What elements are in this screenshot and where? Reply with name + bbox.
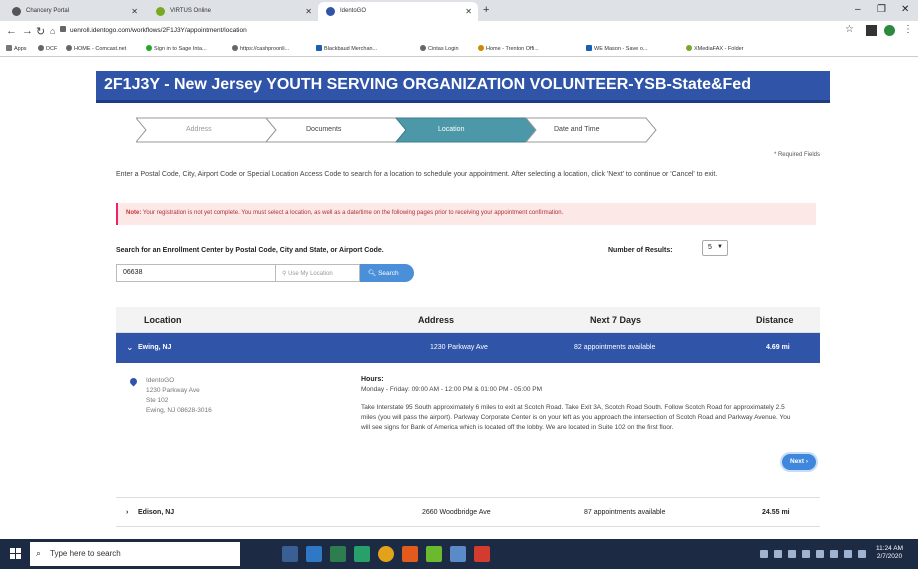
address-bar: ← → ↻ ⌂ uenroll.identogo.com/workflows/2… [0, 21, 918, 41]
app-icon[interactable] [450, 546, 466, 562]
maximize-button[interactable]: ❐ [877, 4, 886, 15]
bookmark-wemason[interactable]: WE Mason - Save o... [586, 45, 648, 52]
lock-icon [60, 26, 66, 32]
firefox-icon[interactable] [402, 546, 418, 562]
window-close-button[interactable]: ✕ [901, 4, 909, 15]
close-icon[interactable]: ✕ [465, 7, 472, 16]
table-row[interactable]: › Edison, NJ 2660 Woodbridge Ave 87 appo… [116, 497, 820, 527]
identogo-icon [326, 7, 335, 16]
virtus-icon [156, 7, 165, 16]
bookmark-comcast[interactable]: HOME - Comcast.net [66, 45, 126, 52]
directions-text: Take Interstate 95 South approximately 6… [361, 404, 791, 431]
step-location-shape[interactable] [394, 117, 537, 143]
profile-icon[interactable] [884, 25, 895, 36]
col-location: Location [144, 315, 182, 325]
bookmark-apps[interactable]: Apps [6, 45, 27, 52]
hours-label: Hours: [361, 376, 384, 383]
excel-icon[interactable] [330, 546, 346, 562]
home-icon[interactable]: ⌂ [50, 26, 55, 36]
close-icon[interactable]: ✕ [305, 7, 312, 16]
location-pin-icon [128, 376, 139, 387]
notification-icon[interactable] [858, 550, 866, 558]
search-button[interactable]: 🔍︎ Search [360, 264, 414, 282]
bookmark-blackbaud[interactable]: Blackbaud Merchan... [316, 45, 377, 52]
chrome-icon[interactable] [378, 546, 394, 562]
chevron-down-icon: ▼ [717, 244, 723, 250]
results-count-label: Number of Results: [608, 247, 673, 254]
globe-icon [12, 7, 21, 16]
instructions: Enter a Postal Code, City, Airport Code … [116, 171, 718, 178]
file-explorer-icon[interactable] [282, 546, 298, 562]
results-count-select[interactable]: 5 ▼ [702, 240, 728, 256]
tab-virtus[interactable]: VIRTUS Online ✕ [148, 2, 318, 21]
tab-strip: Chancery Portal ✕ VIRTUS Online ✕ Idento… [0, 0, 918, 21]
bookmark-trenton[interactable]: Home - Trenton Offi... [478, 45, 539, 52]
star-icon[interactable]: ☆ [845, 24, 856, 35]
taskbar-search[interactable]: ⌕ Type here to search [30, 542, 240, 566]
location-detail: IdentoGO 1230 Parkway Ave Ste 102 Ewing,… [116, 363, 820, 487]
back-icon[interactable]: ← [6, 25, 17, 37]
extension-icon[interactable] [866, 25, 877, 36]
tab-identogo[interactable]: IdentoGO ✕ [318, 2, 478, 21]
page-title: 2F1J3Y - New Jersey YOUTH SERVING ORGANI… [104, 76, 751, 93]
close-icon[interactable]: ✕ [131, 7, 138, 16]
use-my-location-button[interactable]: ⚲ Use My Location [276, 264, 360, 282]
acrobat-icon[interactable] [474, 546, 490, 562]
bookmark-dcf[interactable]: DCF [38, 45, 57, 52]
bookmark-xmediafax[interactable]: XMediaFAX - Folder [686, 45, 744, 52]
clock[interactable]: 11:24 AM 2/7/2020 [876, 545, 903, 562]
chevron-down-icon[interactable]: ⌄ [126, 342, 134, 353]
tray-icon[interactable] [788, 550, 796, 558]
hours-text: Monday - Friday: 09:00 AM - 12:00 PM & 0… [361, 386, 543, 393]
postal-code-input[interactable]: 06638 [116, 264, 276, 282]
col-distance: Distance [756, 315, 794, 325]
chevron-right-icon: › [805, 458, 809, 465]
publisher-icon[interactable] [426, 546, 442, 562]
search-icon: ⌕ [36, 548, 42, 558]
outlook-icon[interactable] [306, 546, 322, 562]
tab-chancery[interactable]: Chancery Portal ✕ [4, 2, 144, 21]
tray-icon[interactable] [760, 550, 768, 558]
registration-note: Note: Your registration is not yet compl… [116, 203, 816, 225]
bookmark-cashpro[interactable]: https://cashproonli... [232, 45, 289, 52]
taskbar: ⌕ Type here to search 11:24 AM 2/7/2020 [0, 539, 918, 569]
menu-icon[interactable]: ⋮ [903, 24, 914, 35]
new-tab-button[interactable]: + [483, 4, 489, 16]
url-field[interactable]: uenroll.identogo.com/workflows/2F1J3Y/ap… [60, 26, 247, 34]
sheets-icon[interactable] [354, 546, 370, 562]
chevron-right-icon[interactable]: › [126, 509, 128, 516]
banner: 2F1J3Y - New Jersey YOUTH SERVING ORGANI… [96, 71, 830, 103]
forward-icon[interactable]: → [22, 25, 33, 37]
table-row-selected[interactable]: ⌄ Ewing, NJ 1230 Parkway Ave 82 appointm… [116, 333, 820, 363]
search-icon: 🔍︎ [368, 270, 379, 277]
reload-icon[interactable]: ↻ [36, 25, 45, 38]
tray-icon[interactable] [816, 550, 824, 558]
tray-icon[interactable] [802, 550, 810, 558]
required-fields-note: * Required Fields [773, 152, 820, 158]
bookmark-cintas[interactable]: Cintas Login [420, 45, 459, 52]
windows-start-icon[interactable] [10, 548, 22, 560]
page-content: 2F1J3Y - New Jersey YOUTH SERVING ORGANI… [96, 57, 830, 539]
search-label: Search for an Enrollment Center by Posta… [116, 247, 384, 254]
col-address: Address [418, 315, 455, 325]
bookmarks-bar: Apps DCF HOME - Comcast.net Sign in to S… [0, 41, 918, 57]
tray-icon[interactable] [774, 550, 782, 558]
network-icon[interactable] [830, 550, 838, 558]
col-next7: Next 7 Days [590, 315, 642, 325]
next-button[interactable]: Next › [782, 454, 816, 470]
minimize-button[interactable]: – [855, 4, 861, 15]
screen: Chancery Portal ✕ VIRTUS Online ✕ Idento… [0, 0, 918, 569]
volume-icon[interactable] [844, 550, 852, 558]
table-header: Location Address Next 7 Days Distance [116, 307, 820, 333]
bookmark-sage[interactable]: Sign in to Sage Inta... [146, 45, 207, 52]
